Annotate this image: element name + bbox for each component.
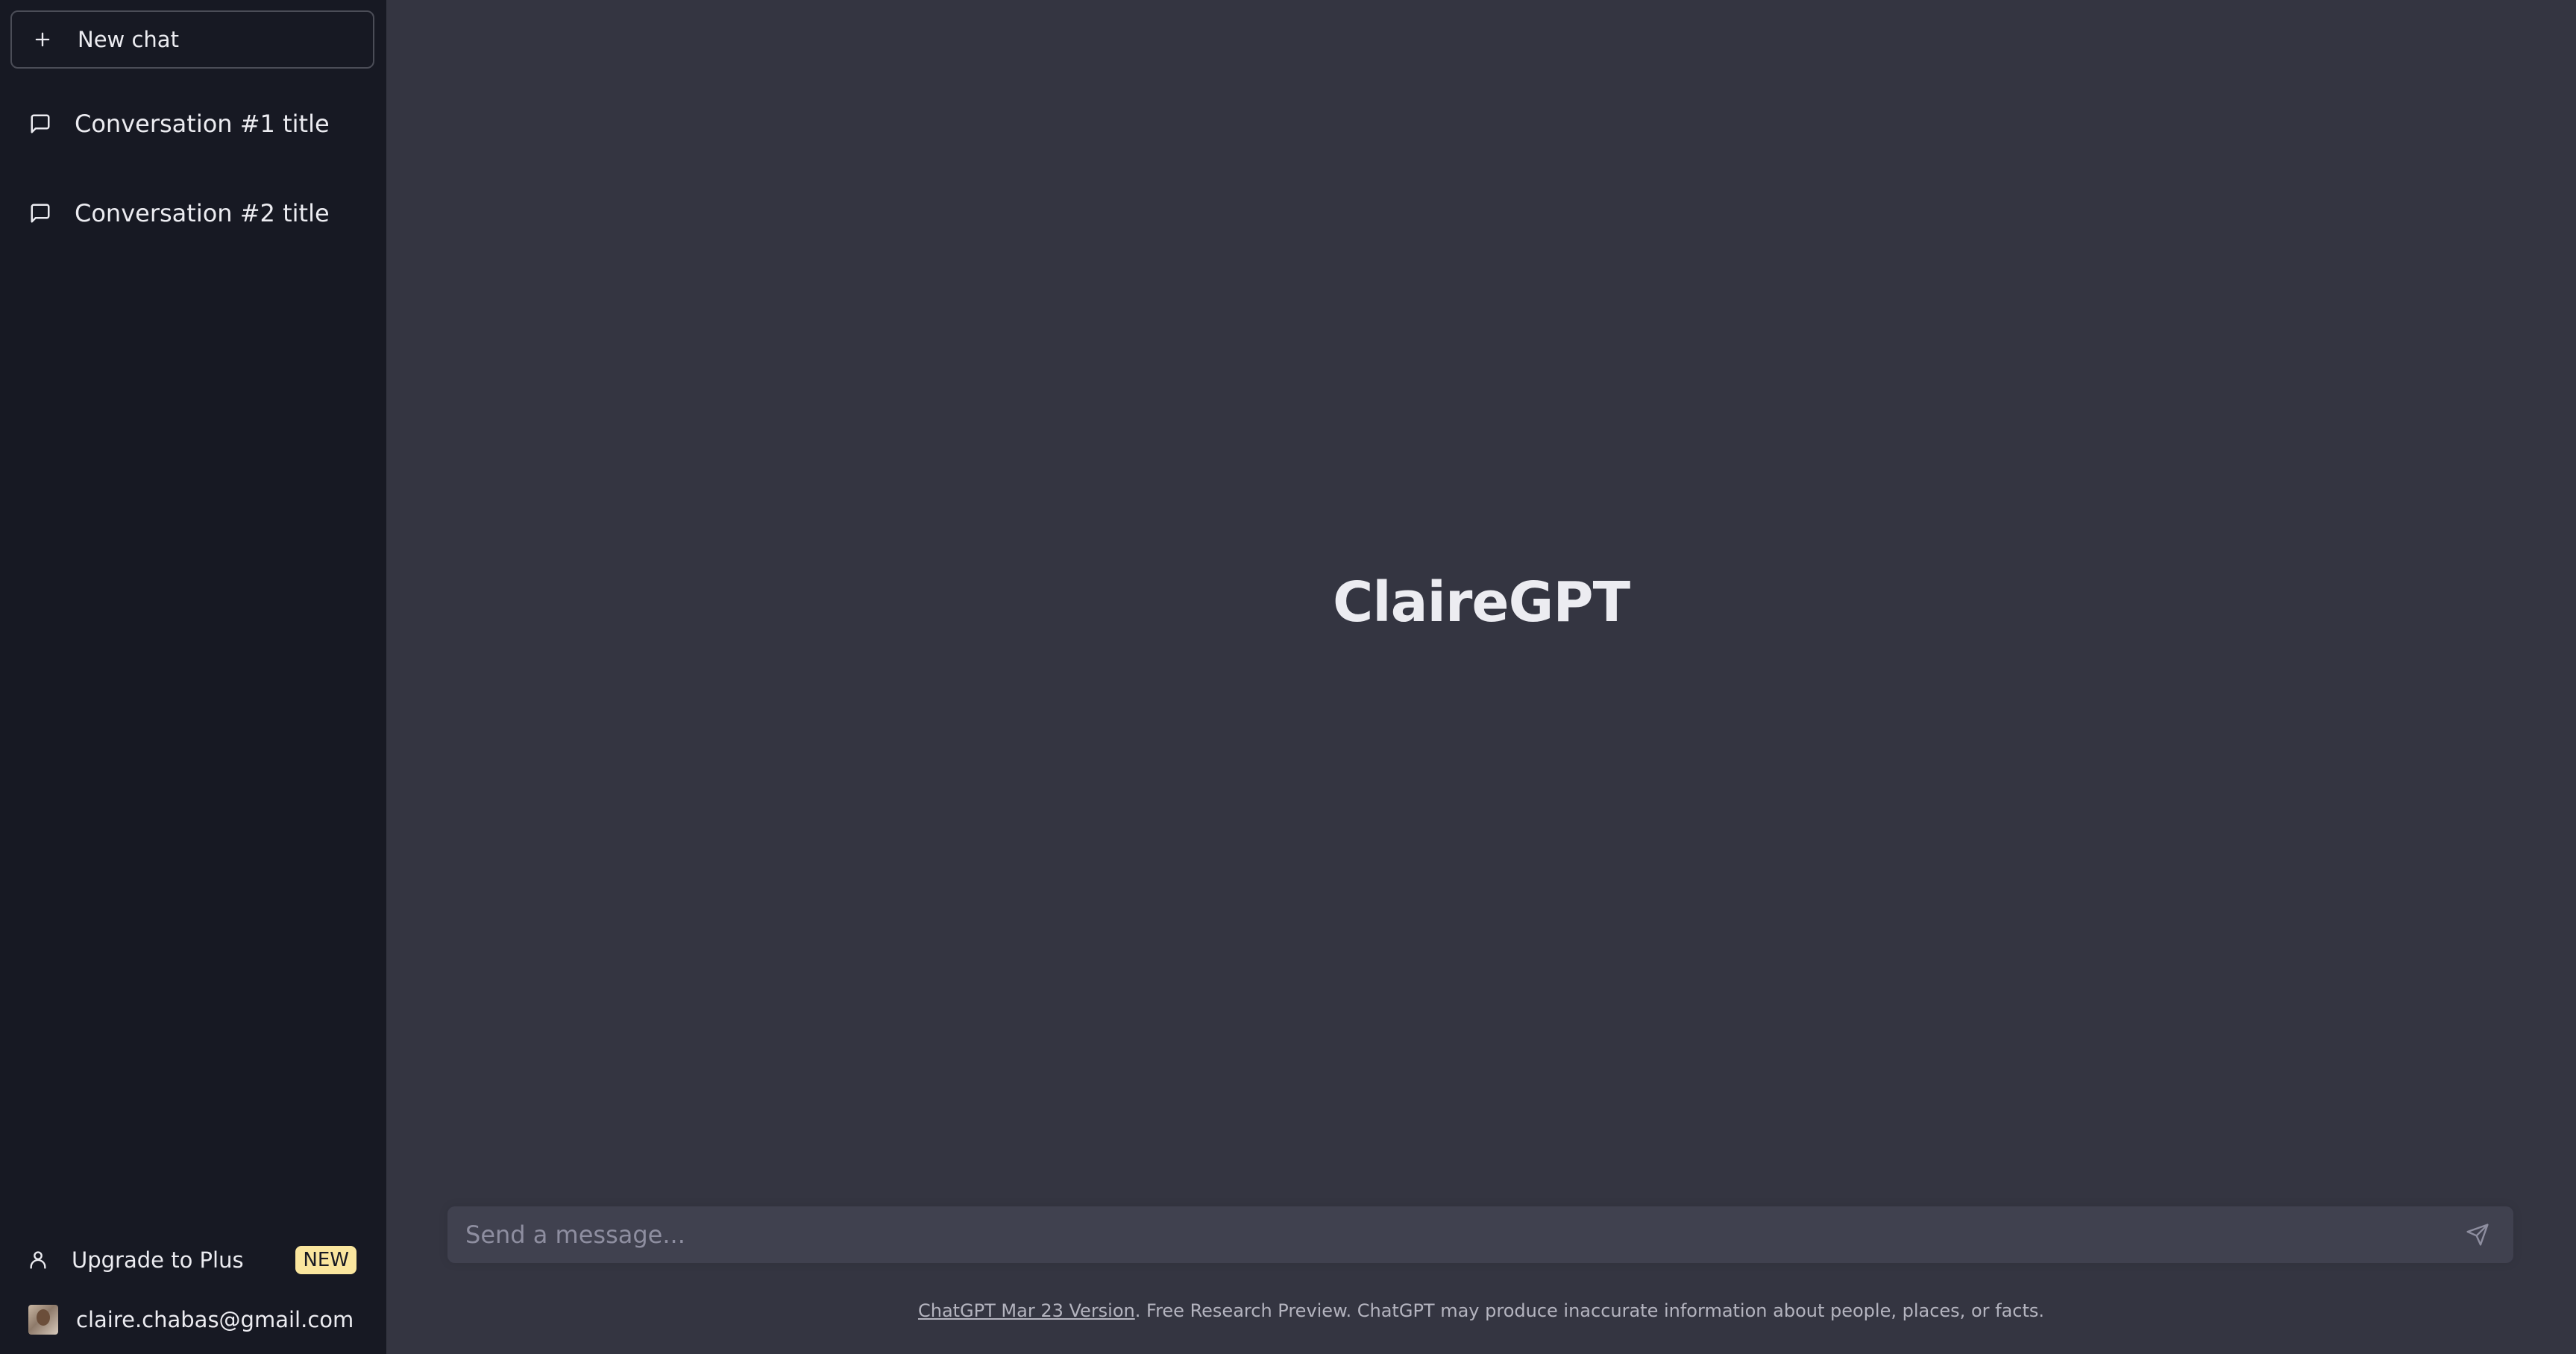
user-email: claire.chabas@gmail.com [76, 1307, 354, 1332]
upgrade-to-plus-button[interactable]: Upgrade to Plus NEW [10, 1232, 374, 1288]
chat-bubble-icon [28, 201, 52, 225]
upgrade-label: Upgrade to Plus [72, 1247, 244, 1273]
chat-bubble-icon [28, 112, 52, 136]
app-title: ClaireGPT [1332, 570, 1630, 635]
new-badge: NEW [295, 1246, 356, 1274]
user-account-button[interactable]: claire.chabas@gmail.com [10, 1294, 374, 1346]
main-panel: ClaireGPT ChatGPT Mar 23 Version. Free R… [386, 0, 2576, 1354]
user-icon [27, 1249, 49, 1271]
conversation-title: Conversation #1 title [75, 110, 330, 138]
send-icon[interactable] [2461, 1218, 2494, 1251]
new-chat-button[interactable]: New chat [10, 10, 374, 69]
version-link[interactable]: ChatGPT Mar 23 Version [918, 1300, 1135, 1321]
conversation-title: Conversation #2 title [75, 199, 330, 227]
footer-text: . Free Research Preview. ChatGPT may pro… [1134, 1300, 2045, 1321]
footer-disclaimer: ChatGPT Mar 23 Version. Free Research Pr… [386, 1300, 2576, 1321]
message-input[interactable] [464, 1220, 2461, 1250]
message-composer [447, 1206, 2513, 1263]
conversation-item-1[interactable]: Conversation #1 title [10, 95, 374, 152]
plus-icon [31, 28, 54, 51]
avatar [28, 1305, 58, 1335]
sidebar: New chat Conversation #1 title Conversat… [0, 0, 386, 1354]
conversation-item-2[interactable]: Conversation #2 title [10, 185, 374, 242]
new-chat-label: New chat [78, 27, 179, 52]
